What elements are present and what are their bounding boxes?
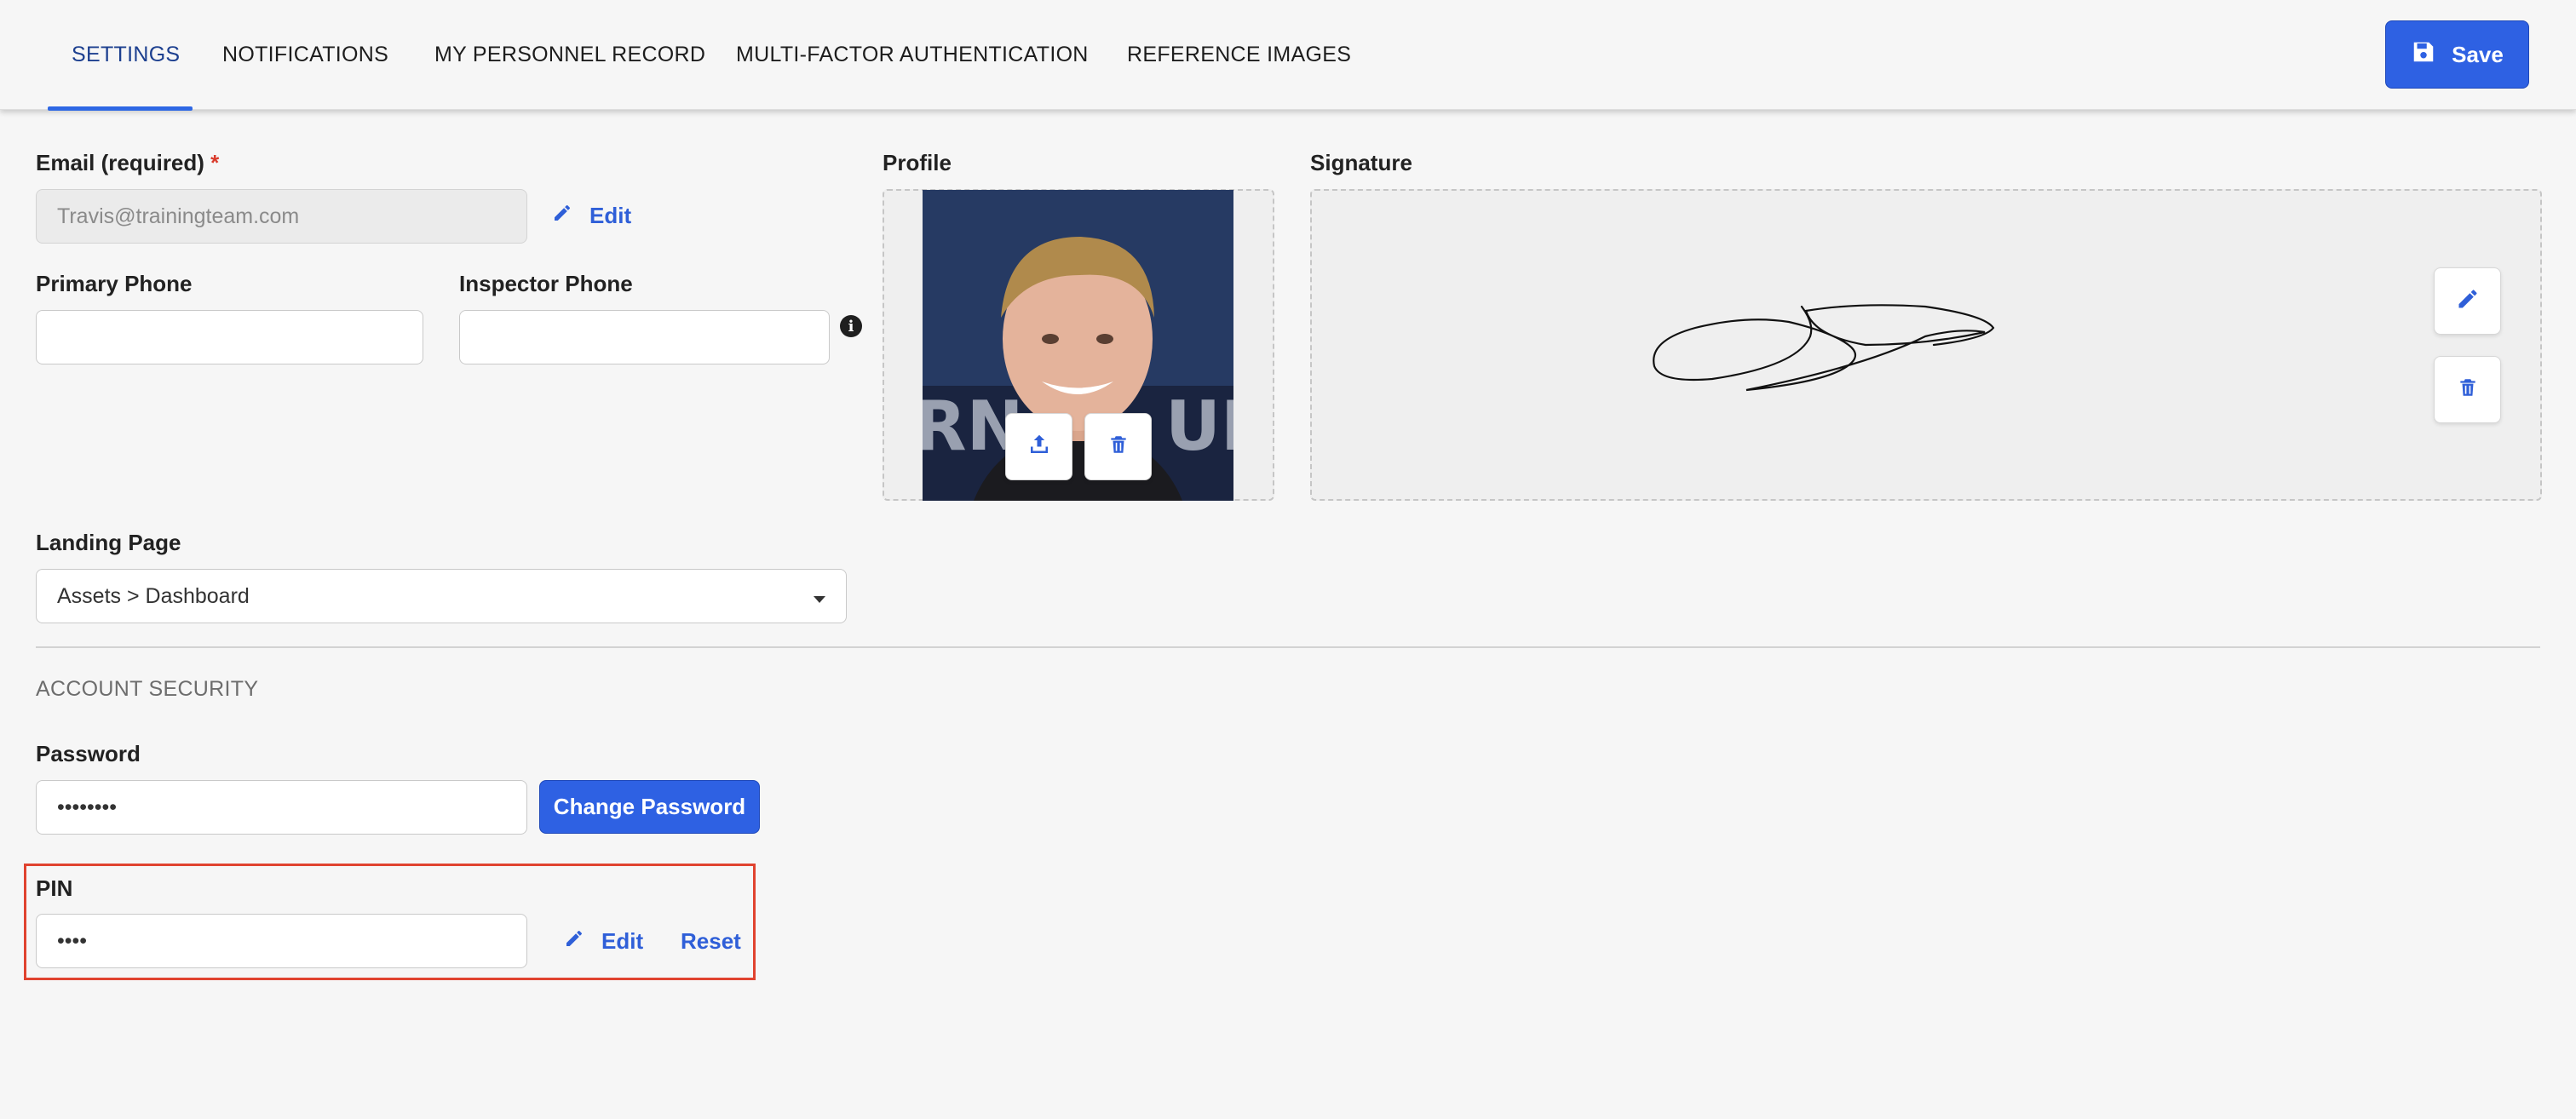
profile-label: Profile	[883, 150, 952, 175]
email-field: Travis@trainingteam.com	[36, 189, 527, 244]
landing-page-select[interactable]: Assets > Dashboard	[36, 569, 847, 623]
account-security-heading: ACCOUNT SECURITY	[36, 677, 259, 701]
profile-photo: RN UL	[923, 190, 1233, 501]
pencil-icon	[552, 203, 572, 229]
upload-icon	[1026, 432, 1052, 462]
tab-multi-factor-authentication[interactable]: MULTI-FACTOR AUTHENTICATION	[736, 0, 1089, 110]
primary-phone-field[interactable]	[36, 310, 423, 364]
info-icon[interactable]: i	[840, 315, 862, 337]
email-edit-label: Edit	[589, 203, 632, 228]
change-password-button[interactable]: Change Password	[539, 780, 760, 834]
signature-label: Signature	[1310, 150, 1412, 175]
email-label: Email (required) *	[36, 150, 219, 176]
pin-edit-button[interactable]: Edit	[564, 928, 643, 955]
password-label: Password	[36, 741, 141, 766]
tab-notifications[interactable]: NOTIFICATIONS	[222, 0, 388, 110]
landing-page-label: Landing Page	[36, 530, 181, 555]
save-button[interactable]: Save	[2385, 20, 2529, 89]
section-divider	[36, 646, 2540, 648]
svg-text:UL: UL	[1165, 387, 1233, 466]
pin-edit-label: Edit	[601, 928, 644, 954]
pin-reset-button[interactable]: Reset	[681, 928, 741, 955]
tab-settings[interactable]: SETTINGS	[72, 0, 180, 110]
pin-label: PIN	[36, 875, 73, 901]
password-field[interactable]: ••••••••	[36, 780, 527, 835]
inspector-phone-label: Inspector Phone	[459, 271, 633, 296]
email-edit-button[interactable]: Edit	[552, 203, 631, 229]
delete-photo-button[interactable]	[1084, 413, 1152, 480]
trash-icon	[2457, 376, 2479, 404]
signature-drawing	[1653, 304, 1995, 392]
required-asterisk: *	[210, 150, 220, 175]
tab-reference-images[interactable]: REFERENCE IMAGES	[1127, 0, 1351, 110]
primary-phone-label: Primary Phone	[36, 271, 193, 296]
save-button-label: Save	[2452, 41, 2504, 67]
edit-signature-button[interactable]	[2434, 267, 2501, 335]
floppy-disk-icon	[2411, 39, 2436, 71]
email-label-text: Email (required)	[36, 150, 204, 175]
inspector-phone-field[interactable]	[459, 310, 830, 364]
pencil-icon	[564, 928, 584, 955]
trash-icon	[1107, 433, 1130, 461]
caret-down-icon	[814, 596, 825, 603]
pin-field[interactable]: ••••	[36, 914, 527, 968]
pencil-icon	[2456, 287, 2480, 315]
delete-signature-button[interactable]	[2434, 356, 2501, 423]
top-tab-bar: SETTINGS NOTIFICATIONS MY PERSONNEL RECO…	[0, 0, 2576, 111]
active-tab-indicator	[48, 106, 193, 111]
upload-photo-button[interactable]	[1005, 413, 1072, 480]
tab-my-personnel-record[interactable]: MY PERSONNEL RECORD	[434, 0, 705, 110]
